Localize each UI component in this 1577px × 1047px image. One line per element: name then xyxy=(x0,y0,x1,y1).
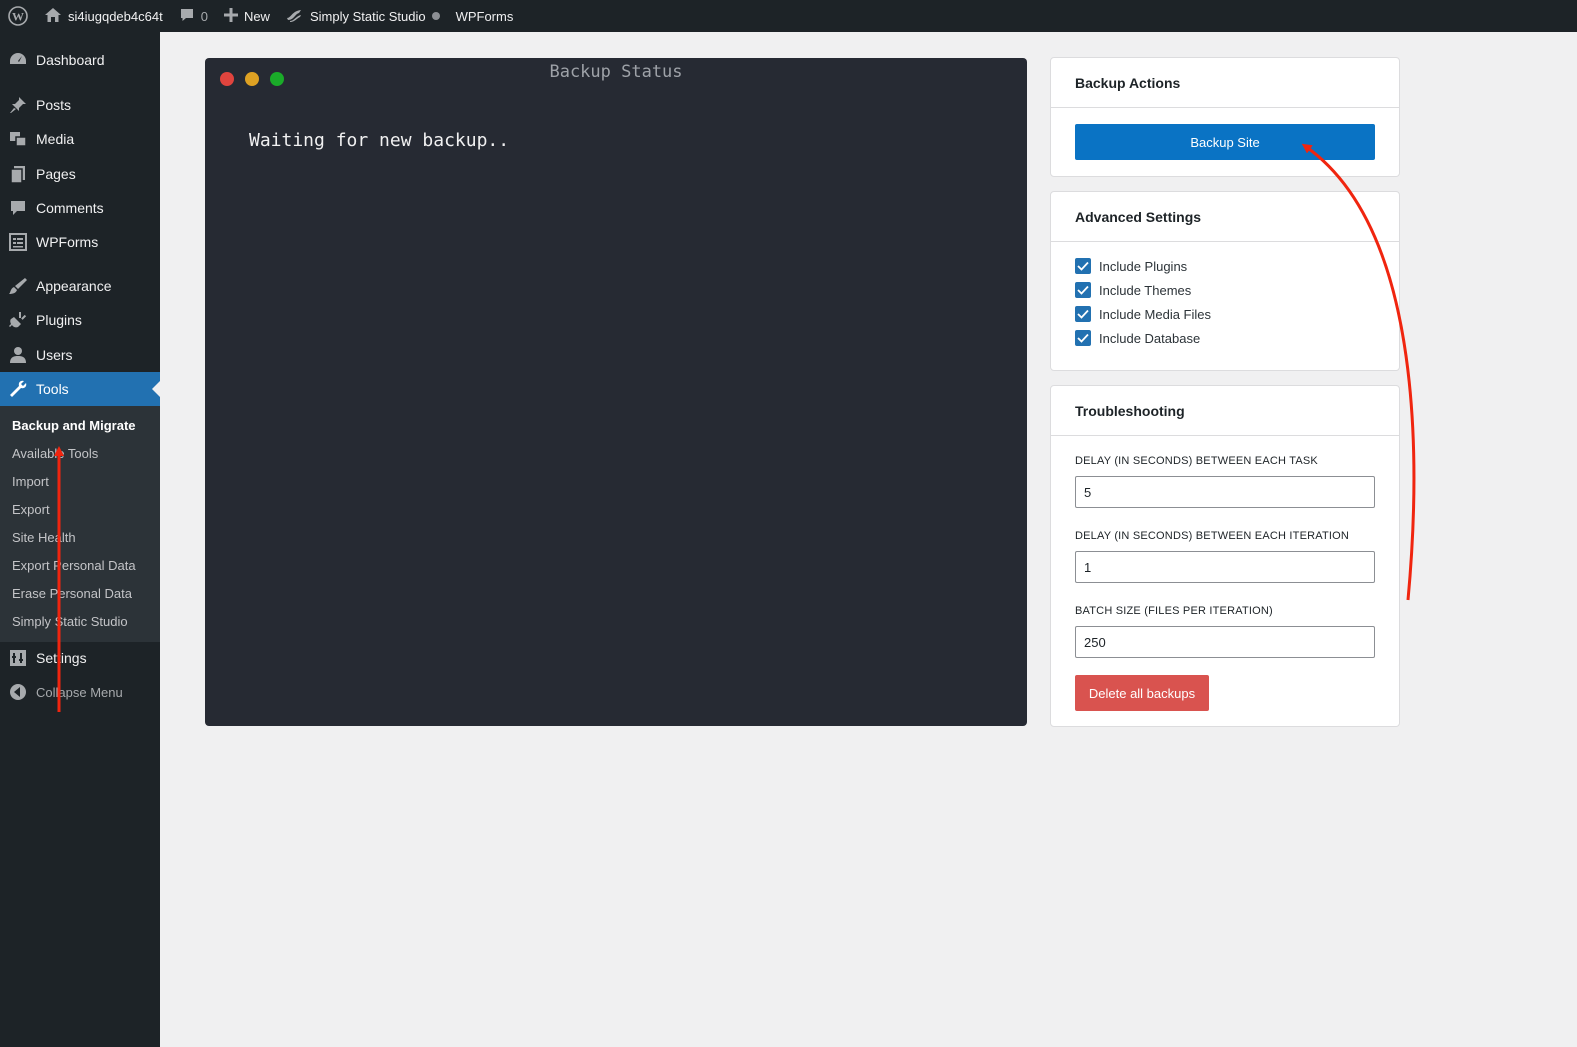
sidebar-item-posts[interactable]: Posts xyxy=(0,88,160,122)
site-name-link[interactable]: si4iugqdeb4c64t xyxy=(36,0,171,32)
sidebar-item-appearance[interactable]: Appearance xyxy=(0,269,160,303)
advanced-settings-box: Advanced Settings Include Plugins Includ… xyxy=(1050,191,1400,371)
dashboard-icon xyxy=(0,50,36,70)
checkmark-icon xyxy=(1075,258,1091,274)
wordpress-logo-icon[interactable]: W xyxy=(0,0,36,32)
pages-icon xyxy=(0,164,36,184)
submenu-item-backup-and-migrate[interactable]: Backup and Migrate xyxy=(12,416,136,436)
sidebar-item-label: Settings xyxy=(36,650,87,666)
include-database-label: Include Database xyxy=(1099,330,1201,346)
new-label: New xyxy=(243,8,270,24)
include-plugins-label: Include Plugins xyxy=(1099,258,1188,274)
comments-link[interactable]: 0 xyxy=(171,0,216,32)
admin-bar: W si4iugqdeb4c64t 0 New Simply Static St… xyxy=(0,0,1577,32)
home-icon xyxy=(44,7,62,26)
pushpin-icon xyxy=(0,95,36,115)
sidebar-item-tools[interactable]: Tools xyxy=(0,372,160,406)
wpforms-label: WPForms xyxy=(455,8,514,24)
sidebar-item-users[interactable]: Users xyxy=(0,338,160,372)
backup-status-terminal: Backup Status Waiting for new backup.. xyxy=(205,58,1027,726)
svg-text:W: W xyxy=(12,10,24,24)
sidebar-item-pages[interactable]: Pages xyxy=(0,157,160,191)
terminal-output: Waiting for new backup.. xyxy=(249,130,510,151)
simply-static-link[interactable]: Simply Static Studio xyxy=(278,0,448,32)
sidebar-item-settings[interactable]: Settings xyxy=(0,641,160,675)
sidebar-item-label: Tools xyxy=(36,381,69,397)
comments-count: 0 xyxy=(200,8,208,24)
iteration-delay-label: DELAY (IN SECONDS) BETWEEN EACH ITERATIO… xyxy=(1075,530,1350,542)
sidebar-item-dashboard[interactable]: Dashboard xyxy=(0,43,160,77)
paintbrush-icon xyxy=(0,276,36,296)
include-media-files-label: Include Media Files xyxy=(1099,306,1211,322)
plus-icon xyxy=(223,7,238,25)
plugin-icon xyxy=(0,310,36,330)
troubleshooting-title: Troubleshooting xyxy=(1051,386,1399,436)
sidebar-item-media[interactable]: Media xyxy=(0,122,160,156)
sidebar-item-plugins[interactable]: Plugins xyxy=(0,303,160,337)
comment-icon xyxy=(0,198,36,218)
include-database-checkbox[interactable]: Include Database xyxy=(1075,330,1200,346)
sidebar-item-label: Dashboard xyxy=(36,52,105,68)
batch-size-input[interactable] xyxy=(1075,626,1375,658)
include-themes-label: Include Themes xyxy=(1099,282,1192,298)
settings-icon xyxy=(0,648,36,668)
backup-actions-box: Backup Actions Backup Site xyxy=(1050,57,1400,177)
checkmark-icon xyxy=(1075,306,1091,322)
site-name: si4iugqdeb4c64t xyxy=(68,8,163,24)
sidebar-item-label: Appearance xyxy=(36,278,112,294)
simply-static-label: Simply Static Studio xyxy=(309,8,426,24)
include-plugins-checkbox[interactable]: Include Plugins xyxy=(1075,258,1187,274)
sidebar-item-label: Collapse Menu xyxy=(36,684,123,700)
checkmark-icon xyxy=(1075,282,1091,298)
new-content-link[interactable]: New xyxy=(216,0,278,32)
include-themes-checkbox[interactable]: Include Themes xyxy=(1075,282,1191,298)
sidebar-item-label: Users xyxy=(36,347,73,363)
terminal-title: Backup Status xyxy=(549,62,683,82)
submenu-item-export[interactable]: Export xyxy=(12,500,50,520)
sidebar-item-wpforms[interactable]: WPForms xyxy=(0,225,160,259)
collapse-icon xyxy=(0,682,36,702)
tools-submenu: Backup and Migrate Available Tools Impor… xyxy=(0,406,160,642)
task-delay-label: DELAY (IN SECONDS) BETWEEN EACH TASK xyxy=(1075,455,1318,467)
sidebar-item-label: Plugins xyxy=(36,312,82,328)
task-delay-input[interactable] xyxy=(1075,476,1375,508)
sidebar-item-label: WPForms xyxy=(36,234,99,250)
admin-sidebar: Dashboard Posts Media Pages Comments WPF… xyxy=(0,32,160,1047)
submenu-item-export-personal-data[interactable]: Export Personal Data xyxy=(12,556,136,576)
sidebar-item-comments[interactable]: Comments xyxy=(0,191,160,225)
submenu-item-simply-static-studio[interactable]: Simply Static Studio xyxy=(12,612,128,632)
media-icon xyxy=(0,129,36,149)
wpforms-link[interactable]: WPForms xyxy=(448,0,522,32)
user-icon xyxy=(0,345,36,365)
sidebar-item-label: Posts xyxy=(36,97,72,113)
sidebar-collapse-menu[interactable]: Collapse Menu xyxy=(0,675,160,709)
submenu-item-site-health[interactable]: Site Health xyxy=(12,528,76,548)
status-dot-icon xyxy=(431,12,440,20)
iteration-delay-input[interactable] xyxy=(1075,551,1375,583)
include-media-files-checkbox[interactable]: Include Media Files xyxy=(1075,306,1211,322)
backup-actions-title: Backup Actions xyxy=(1051,58,1399,108)
wrench-icon xyxy=(0,379,36,399)
forms-icon xyxy=(0,232,36,252)
simply-static-icon xyxy=(286,8,302,25)
submenu-item-import[interactable]: Import xyxy=(12,472,49,492)
sidebar-item-label: Comments xyxy=(36,200,104,216)
delete-all-backups-button[interactable]: Delete all backups xyxy=(1075,675,1209,711)
batch-size-label: BATCH SIZE (FILES PER ITERATION) xyxy=(1075,605,1273,617)
sidebar-item-label: Pages xyxy=(36,166,76,182)
checkmark-icon xyxy=(1075,330,1091,346)
troubleshooting-box: Troubleshooting DELAY (IN SECONDS) BETWE… xyxy=(1050,385,1400,727)
backup-site-button[interactable]: Backup Site xyxy=(1075,124,1375,160)
sidebar-item-label: Media xyxy=(36,131,75,147)
advanced-settings-title: Advanced Settings xyxy=(1051,192,1399,242)
submenu-item-available-tools[interactable]: Available Tools xyxy=(12,444,98,464)
submenu-item-erase-personal-data[interactable]: Erase Personal Data xyxy=(12,584,132,604)
comment-bubble-icon xyxy=(179,7,195,26)
